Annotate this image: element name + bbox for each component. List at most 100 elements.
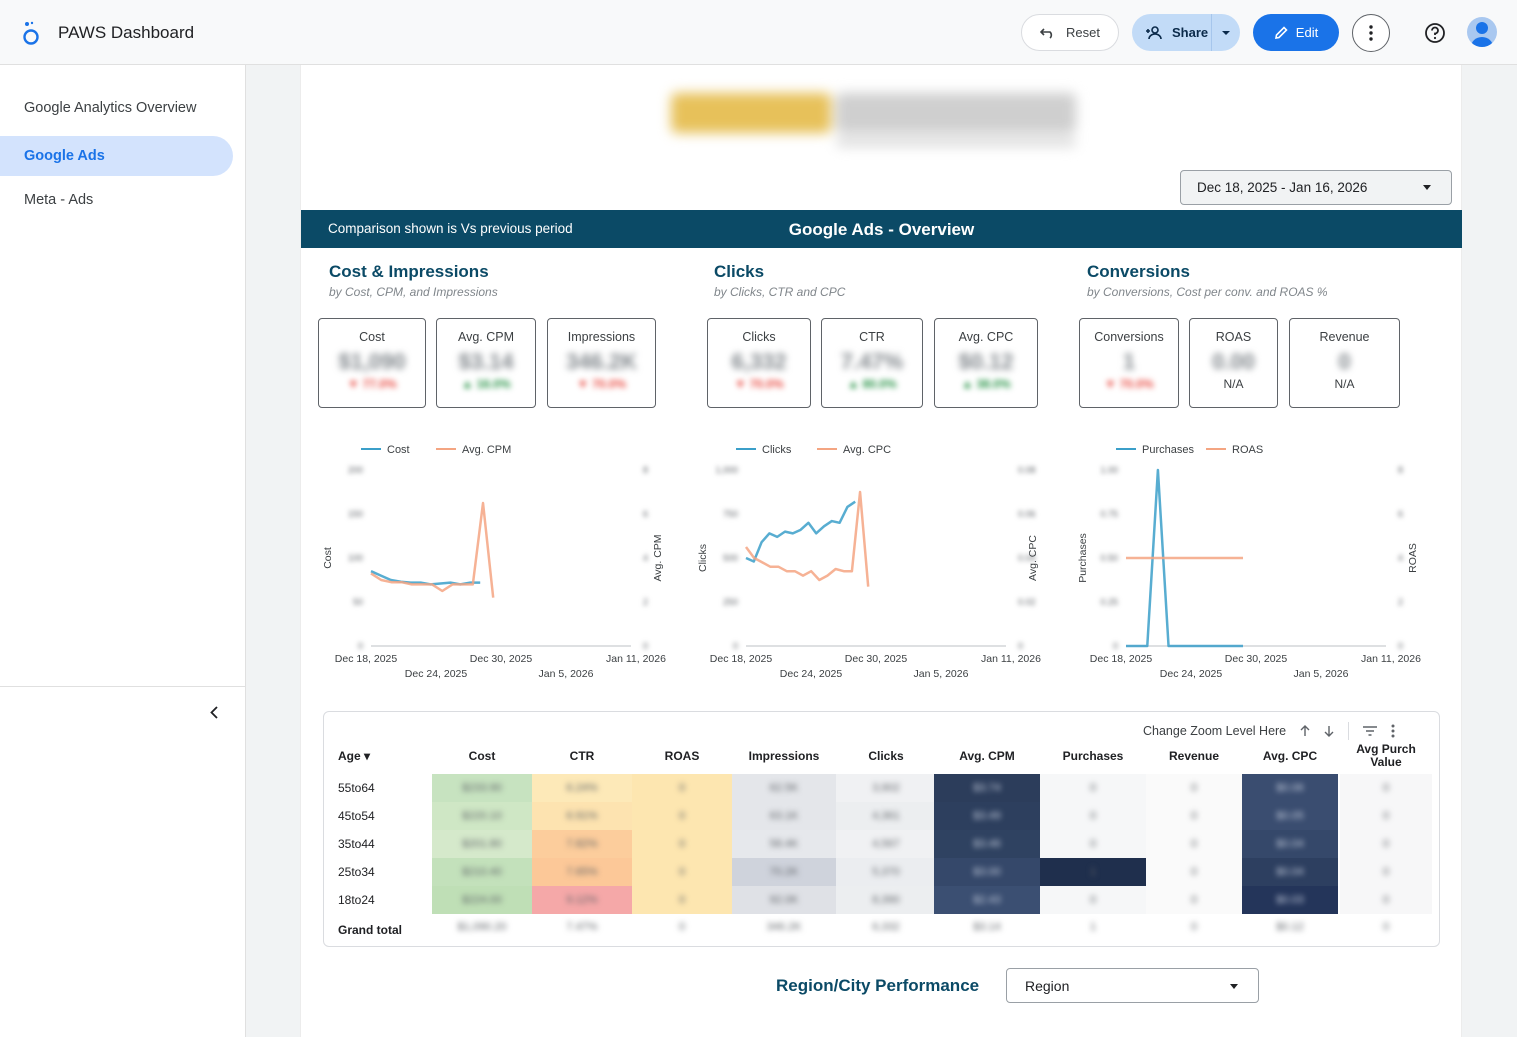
kpi-delta: ▼ 70.0% [734,377,784,391]
sort-descending-icon[interactable] [1324,725,1334,737]
table-cell-value: 0 [1089,782,1097,794]
date-range-picker[interactable]: Dec 18, 2025 - Jan 16, 2026 [1180,170,1452,205]
table-cell: 0 [1340,858,1432,886]
person-icon [1471,22,1493,47]
edit-button[interactable]: Edit [1253,14,1339,51]
table-cell: $0.04 [1242,858,1338,886]
kpi-card-roas[interactable]: ROAS 0.00 N/A [1189,318,1278,408]
table-cell-value: $233.90 [462,782,502,794]
grand-total-value: 0 [1190,921,1198,933]
table-cell-value: 0 [1190,838,1198,850]
sort-ascending-icon[interactable] [1300,725,1310,737]
share-main-button[interactable]: Share [1132,14,1212,51]
share-dropdown-button[interactable] [1212,30,1240,36]
kpi-card-conversions[interactable]: Conversions 1 ▼ 70.0% [1079,318,1179,408]
sidebar-item-google-analytics-overview[interactable]: Google Analytics Overview [0,88,233,128]
region-section-title: Region/City Performance [776,976,980,995]
date-range-value: Dec 18, 2025 - Jan 16, 2026 [1197,180,1368,195]
table-cell-value: 0 [678,838,686,850]
kpi-card-impressions[interactable]: Impressions 346.2K ▼ 70.0% [547,318,656,408]
kpi-card-cost[interactable]: Cost $1,090 ▼ 77.0% [318,318,426,408]
table-cell-value: 63.1K [769,810,799,822]
share-button[interactable]: Share [1132,14,1240,51]
age-breakdown-table[interactable]: Change Zoom Level Here Age ▾ Cost CTR ROAS I… [323,711,1440,947]
column-header-avg-purch-value[interactable]: Avg Purch Value [1340,743,1432,769]
table-cell: 0 [632,858,732,886]
x-tick-label: Jan 5, 2026 [914,668,969,680]
table-cell-value: $224.00 [462,894,502,906]
y-tick-label: 100 [348,553,363,563]
kpi-label: CTR [859,330,885,344]
filter-icon[interactable] [1363,726,1378,736]
table-cell-value: $3.74 [973,782,1001,794]
table-cell: 1 [1040,858,1146,886]
column-header-ctr[interactable]: CTR [532,749,632,763]
grand-total-label: Grand total [338,923,403,937]
y2-tick-label: 4 [1398,553,1403,563]
column-header-revenue[interactable]: Revenue [1146,749,1242,763]
table-cell: 0 [1340,802,1432,830]
kpi-value: 346.2K [566,349,637,374]
column-header-clicks[interactable]: Clicks [836,749,936,763]
grand-total-value: 7.47% [566,921,598,933]
kpi-card-clicks[interactable]: Clicks 6,332 ▼ 70.0% [707,318,811,408]
help-button[interactable] [1421,19,1449,47]
table-cell: 6.91% [532,802,632,830]
sidebar-divider [0,686,246,687]
more-options-button[interactable] [1352,14,1390,52]
legend-label: Cost [387,444,410,456]
kpi-card-ctr[interactable]: CTR 7.47% ▲ 80.0% [821,318,923,408]
y-tick-label: 500 [723,553,738,563]
chart-cost-avg-cpm[interactable]: Cost Avg. CPM Cost Avg. CPM 200 150 100 50 0 8 6 4 2… [311,435,666,685]
row-label-age-45to54: 45to54 [338,809,375,823]
overview-banner: Comparison shown is Vs previous period G… [301,210,1462,248]
x-tick-label: Dec 30, 2025 [845,653,908,665]
column-header-roas[interactable]: ROAS [632,749,732,763]
kpi-card-avg-cpm[interactable]: Avg. CPM $3.14 ▲ 16.0% [436,318,536,408]
reset-button[interactable]: Reset [1021,14,1119,51]
column-header-age[interactable]: Age ▾ [338,749,428,763]
x-tick-label: Jan 5, 2026 [539,668,594,680]
chart-clicks-avg-cpc[interactable]: Clicks Avg. CPC Clicks Avg. CPC 1,000 750 500 2… [686,435,1041,685]
caret-down-icon [1423,185,1431,190]
column-header-impressions[interactable]: Impressions [732,749,836,763]
table-cell: 0 [632,802,732,830]
table-cell: $233.90 [432,774,532,802]
region-dropdown[interactable]: Region [1006,968,1259,1003]
grand-total-value: 6,332 [872,921,900,933]
column-header-cost[interactable]: Cost [432,749,532,763]
x-tick-label: Dec 24, 2025 [405,668,468,680]
table-cell-value: $2.43 [973,894,1001,906]
account-avatar[interactable] [1467,17,1497,47]
undo-icon [1040,27,1053,39]
y-tick-label: 150 [348,509,363,519]
y2-tick-label: 2 [643,597,648,607]
kpi-delta: ▲ 38.0% [961,377,1011,391]
caret-down-icon [1230,984,1238,989]
table-cell-value: 0 [1190,894,1198,906]
chart-purchases-roas[interactable]: Purchases ROAS Purchases ROAS 1.00 0.75 0.50 0.… [1066,435,1421,685]
table-cell: 0 [1040,886,1146,914]
collapse-sidebar-button[interactable] [204,702,224,722]
sidebar-item-meta-ads[interactable]: Meta - Ads [0,180,233,220]
more-vert-icon[interactable] [1391,724,1395,738]
y-tick-label: 250 [723,597,738,607]
kpi-card-revenue[interactable]: Revenue 0 N/A [1289,318,1400,408]
table-cell: 5,370 [836,858,936,886]
chart-svg: Clicks Avg. CPCClicks Avg. CPC1,0007505002… [697,444,1041,680]
column-header-purchases[interactable]: Purchases [1040,749,1146,763]
sidebar-item-google-ads[interactable]: Google Ads [0,136,233,176]
table-cell: 0 [1146,830,1242,858]
y-axis-label: Purchases [1077,533,1089,583]
sidebar: Google Analytics Overview Google Ads Met… [0,65,246,1037]
y-tick-label: 0 [1113,641,1118,651]
column-header-avg-cpm[interactable]: Avg. CPM [934,749,1040,763]
table-cell: $220.10 [432,802,532,830]
table-cell-value: 0 [678,810,686,822]
table-cell: 0 [1040,802,1146,830]
column-header-avg-cpc[interactable]: Avg. CPC [1242,749,1338,763]
table-cell-value: $3.46 [973,838,1001,850]
toolbar-divider [1348,722,1350,740]
x-tick-label: Dec 18, 2025 [335,653,398,665]
kpi-card-avg-cpc[interactable]: Avg. CPC $0.12 ▲ 38.0% [934,318,1038,408]
